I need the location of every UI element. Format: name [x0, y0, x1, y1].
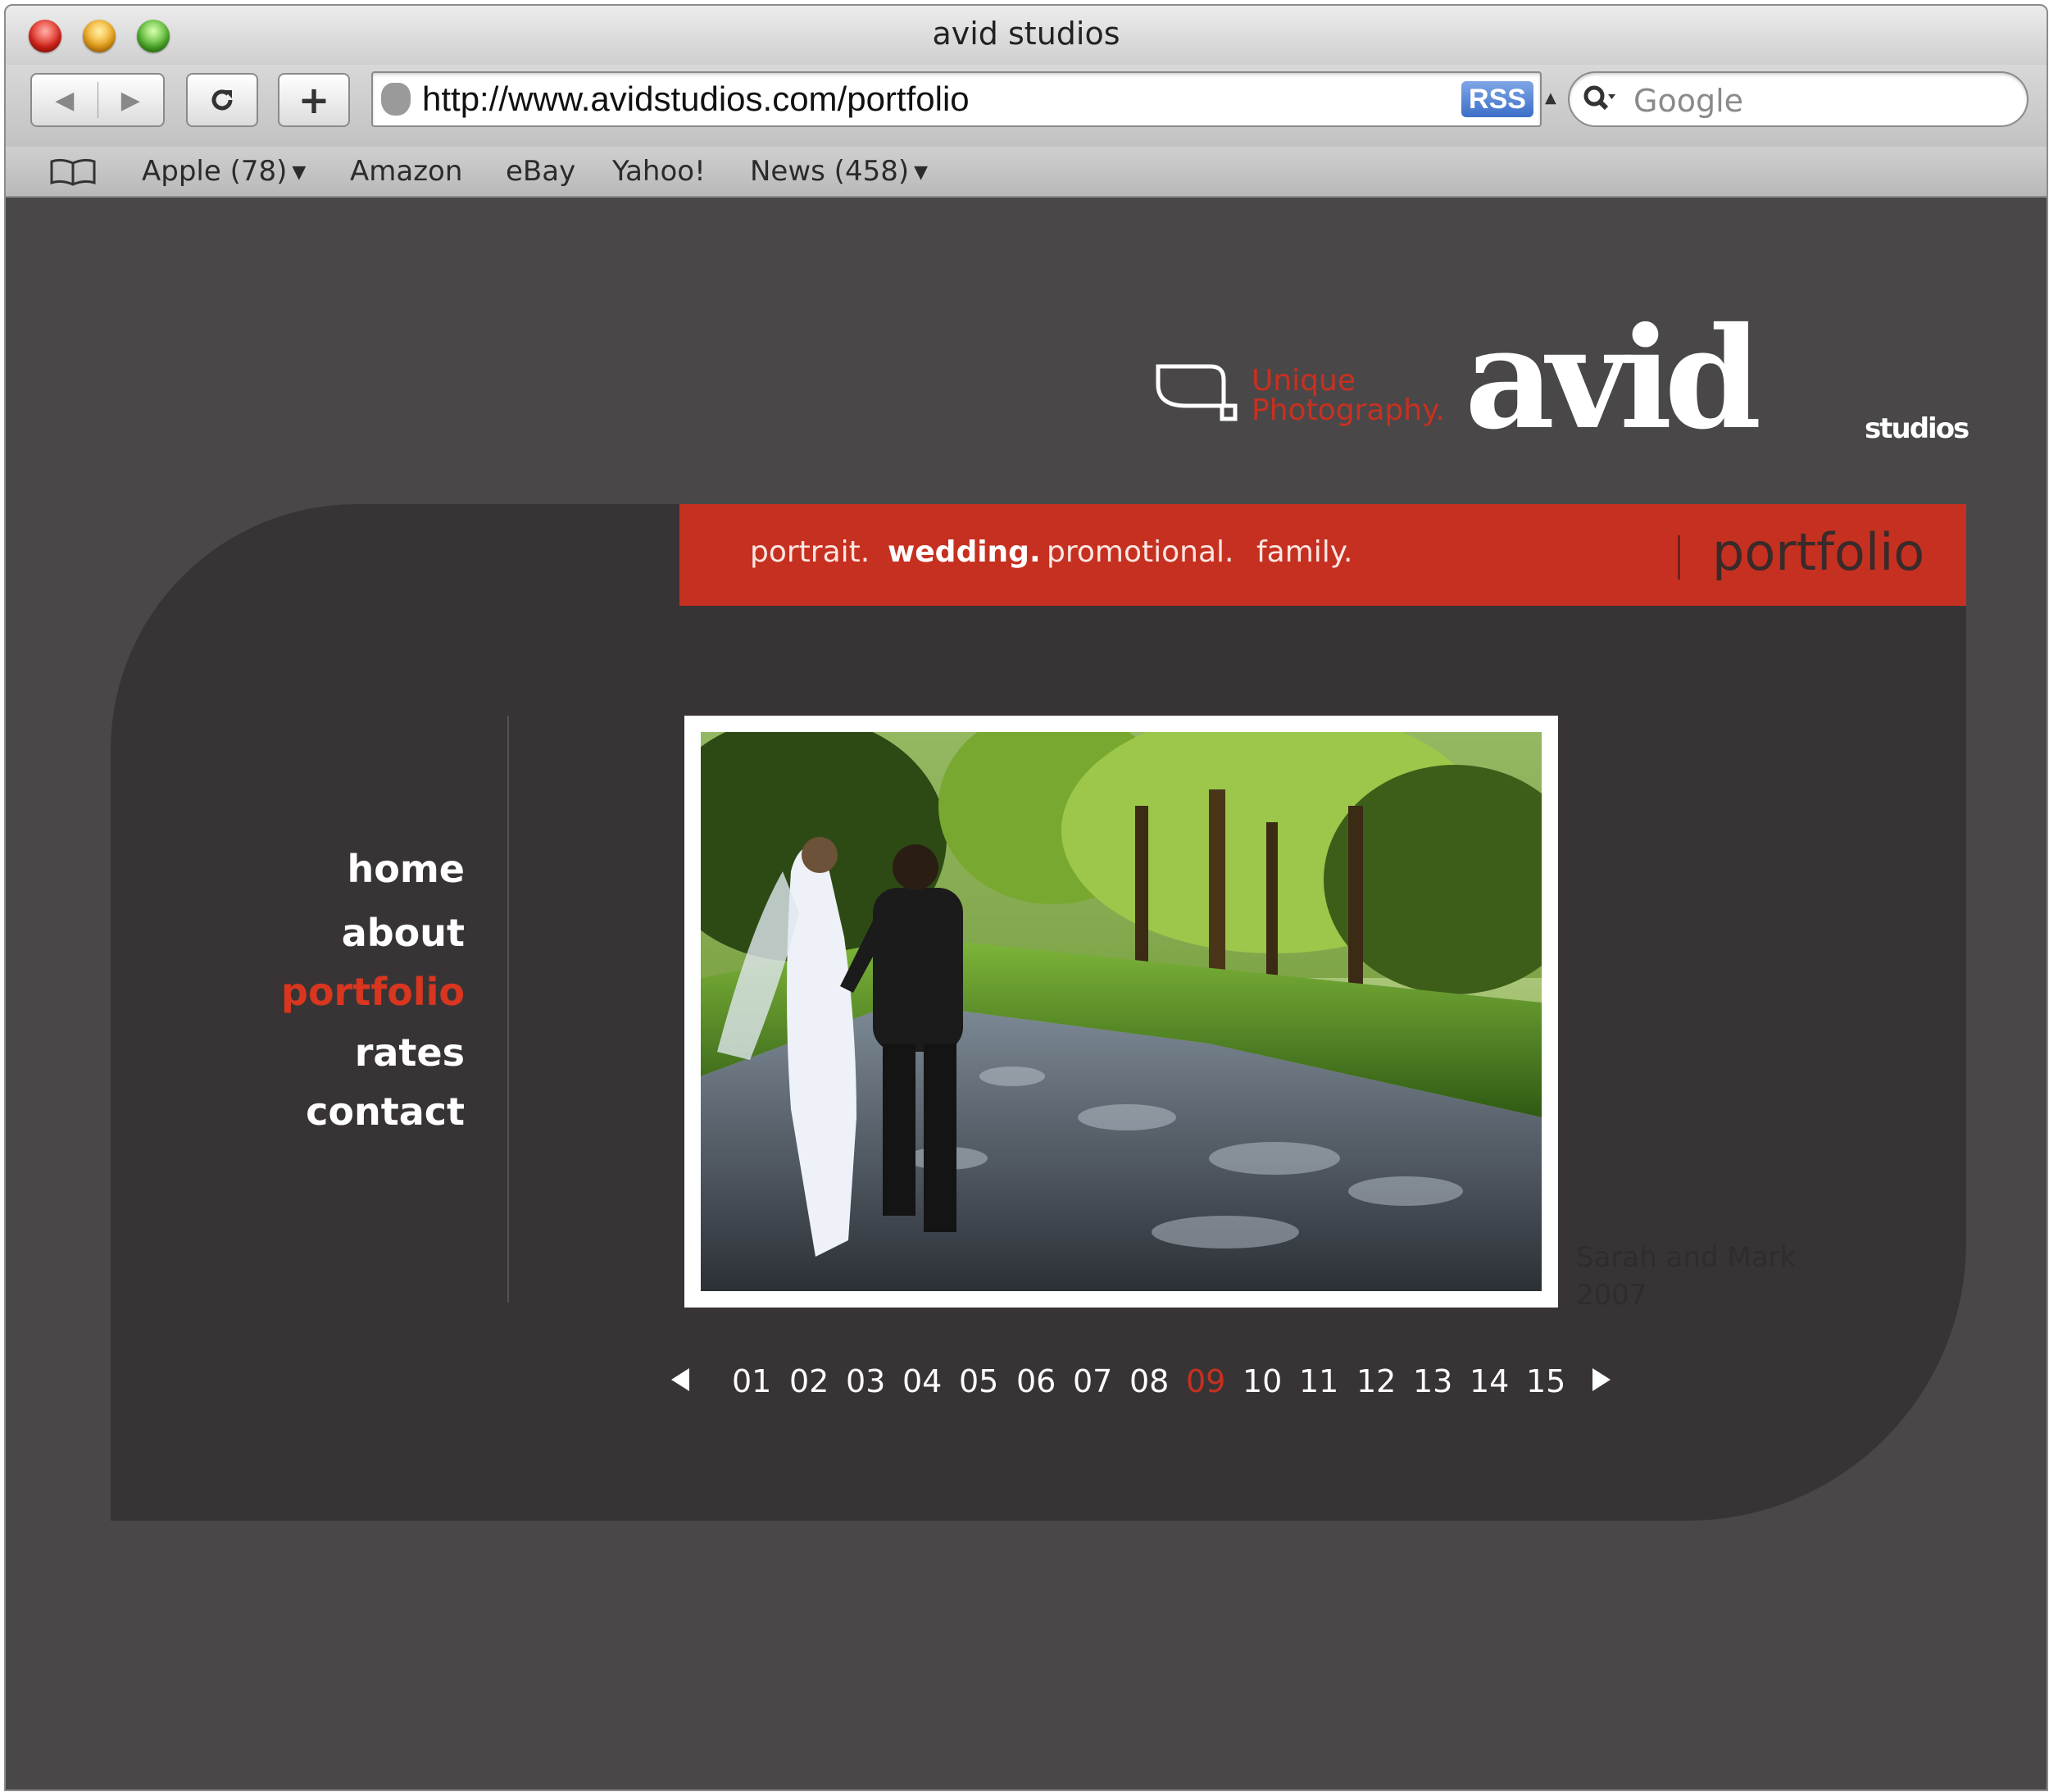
photo-frame	[684, 716, 1558, 1308]
nav-contact[interactable]: contact	[306, 1089, 465, 1134]
page-link[interactable]: 15	[1526, 1363, 1565, 1399]
chevron-down-icon: ▼	[292, 162, 307, 183]
logo-tagline: Unique Photography.	[1252, 366, 1445, 425]
wedding-photo[interactable]	[701, 732, 1542, 1291]
category-promotional[interactable]: promotional.	[1047, 535, 1233, 569]
brand-name: avid	[1465, 297, 1761, 461]
nav-portfolio[interactable]: portfolio	[281, 970, 465, 1014]
page-link[interactable]: 03	[846, 1363, 885, 1399]
add-bookmark-button[interactable]: +	[278, 73, 350, 127]
section-title: portfolio	[1712, 522, 1925, 582]
page-link[interactable]: 04	[902, 1363, 942, 1399]
address-bar[interactable]: http://www.avidstudios.com/portfolio RSS	[371, 71, 1542, 127]
back-forward-buttons: ◀ ▶	[30, 73, 165, 127]
site-logo[interactable]: Unique Photography. avid studios	[1153, 309, 1969, 452]
web-page: Unique Photography. avid studios portrai…	[6, 198, 2047, 1790]
caption-title: Sarah and Mark	[1576, 1241, 1797, 1274]
tagline-line: Unique	[1252, 364, 1356, 398]
bookmarks-bar: Apple (78) ▼ Amazon eBay Yahoo! News (458…	[6, 147, 2047, 198]
page-link[interactable]: 13	[1413, 1363, 1452, 1399]
category-bar: portrait. wedding. promotional. family. …	[679, 504, 1966, 606]
bookmark-news[interactable]: News (458) ▼	[750, 155, 928, 188]
bookmark-apple[interactable]: Apple (78) ▼	[142, 155, 306, 188]
add-bookmark-icon: +	[298, 78, 330, 122]
tagline-line: Photography.	[1252, 393, 1445, 427]
book-icon[interactable]	[48, 157, 98, 186]
reload-icon	[211, 89, 233, 111]
category-family[interactable]: family.	[1256, 535, 1352, 569]
nav-about[interactable]: about	[342, 911, 465, 955]
chevron-down-icon: ▼	[914, 162, 929, 183]
bookmark-label: Apple (78)	[142, 155, 288, 188]
page-link[interactable]: 12	[1356, 1363, 1396, 1399]
divider	[1678, 535, 1680, 580]
page-link[interactable]: 02	[789, 1363, 829, 1399]
page-link[interactable]: 01	[732, 1363, 771, 1399]
browser-window: avid studios ◀ ▶ + http://www.avidstudio…	[4, 4, 2048, 1791]
bookmark-label: Amazon	[350, 155, 463, 188]
category-portrait[interactable]: portrait.	[750, 535, 870, 569]
search-field[interactable]: Google	[1568, 71, 2029, 127]
page-link[interactable]: 05	[959, 1363, 998, 1399]
bookmark-yahoo[interactable]: Yahoo!	[612, 155, 706, 188]
page-link[interactable]: 11	[1299, 1363, 1338, 1399]
nav-home[interactable]: home	[348, 847, 465, 891]
page-link[interactable]: 10	[1243, 1363, 1282, 1399]
nav-divider	[507, 716, 509, 1303]
page-link-current[interactable]: 09	[1186, 1363, 1225, 1399]
bookmark-label: News (458)	[750, 155, 910, 188]
page-link[interactable]: 08	[1129, 1363, 1169, 1399]
photo-caption: Sarah and Mark 2007	[1576, 1239, 1796, 1314]
back-arrow-icon[interactable]: ◀	[32, 86, 98, 115]
title-bar[interactable]: avid studios	[6, 6, 2047, 66]
search-icon[interactable]	[1581, 81, 1617, 117]
search-placeholder: Google	[1633, 83, 1744, 119]
bookmark-label: Yahoo!	[612, 155, 706, 188]
bookmark-label: eBay	[506, 155, 576, 188]
page-link[interactable]: 07	[1073, 1363, 1112, 1399]
browser-toolbar: ◀ ▶ + http://www.avidstudios.com/portfol…	[6, 65, 2047, 147]
apple-favicon-icon	[381, 83, 411, 116]
next-arrow-icon[interactable]	[1592, 1368, 1611, 1391]
caption-year: 2007	[1576, 1279, 1647, 1312]
url-field[interactable]: http://www.avidstudios.com/portfolio	[422, 80, 970, 119]
bookmark-ebay[interactable]: eBay	[506, 155, 575, 188]
brand-subname: studios	[1865, 412, 1969, 445]
reload-button[interactable]	[186, 73, 258, 127]
window-title: avid studios	[932, 16, 1120, 52]
page-link[interactable]: 14	[1470, 1363, 1509, 1399]
address-bar-resize-icon[interactable]: ▲	[1545, 89, 1556, 107]
logo-mark-icon	[1156, 364, 1238, 421]
previous-arrow-icon[interactable]	[671, 1368, 689, 1391]
category-wedding[interactable]: wedding.	[888, 535, 1041, 569]
rss-button[interactable]: RSS	[1461, 81, 1533, 117]
forward-arrow-icon[interactable]: ▶	[98, 86, 164, 115]
photo-pager: 01 02 03 04 05 06 07 08 09 10 11 12 13 1…	[671, 1363, 1622, 1412]
page-link[interactable]: 06	[1016, 1363, 1056, 1399]
nav-rates[interactable]: rates	[355, 1030, 465, 1075]
bookmark-amazon[interactable]: Amazon	[350, 155, 462, 188]
